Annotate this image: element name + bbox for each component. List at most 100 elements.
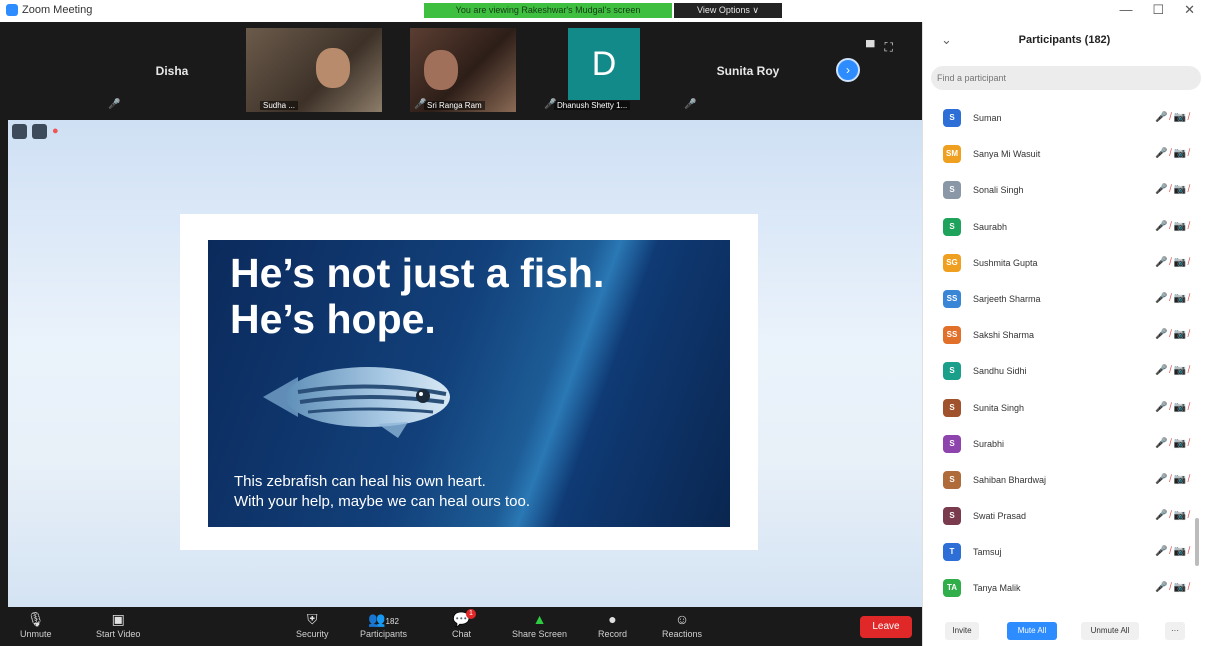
zoom-logo-icon xyxy=(6,4,18,16)
more-options-button[interactable]: ··· xyxy=(1165,622,1185,640)
maximize-icon[interactable]: ☐ xyxy=(1152,2,1164,18)
mic-video-off-icon: 🎤̸📷̸ xyxy=(1155,510,1192,522)
participant-row[interactable]: S Sandhu Sidhi 🎤̸📷̸ xyxy=(923,355,1205,391)
mic-video-off-icon: 🎤̸📷̸ xyxy=(1155,292,1192,304)
mic-video-off-icon: 🎤̸📷̸ xyxy=(1155,112,1192,123)
participant-row[interactable]: SM Sanya Mi Wasuit 🎤̸📷̸ xyxy=(923,138,1205,174)
participant-name: Sakshi Sharma xyxy=(973,330,1035,341)
participant-row[interactable]: S Swati Prasad 🎤̸📷̸ xyxy=(923,500,1205,536)
participant-name: Tanya Malik xyxy=(973,583,1021,594)
tile-name: Sunita Roy xyxy=(716,64,780,78)
participant-row[interactable]: S Saurabh 🎤̸📷̸ xyxy=(923,211,1205,247)
tile-name: Sri Ranga Ram xyxy=(424,101,485,110)
share-toolbar: ● xyxy=(12,124,67,139)
start-video-button[interactable]: ▣ Start Video xyxy=(96,611,140,639)
window-controls: — ☐ ✕ xyxy=(1119,2,1195,18)
gallery-strip: Disha 🎤 Sudha ... 🎤 Sri Ranga Ram D 🎤 Dh… xyxy=(0,22,922,120)
participant-row[interactable]: S Sahiban Bhardwaj 🎤̸📷̸ xyxy=(923,464,1205,500)
muted-mic-icon: 🎤 xyxy=(684,99,697,110)
participant-avatar: S xyxy=(943,507,961,526)
mic-video-off-icon: 🎤̸📷̸ xyxy=(1155,256,1192,268)
slide-frame: He’s not just a fish. He’s hope. This ze… xyxy=(180,214,758,550)
participant-row[interactable]: TA Tanya Malik 🎤̸📷̸ xyxy=(923,572,1205,608)
app-title-text: Zoom Meeting xyxy=(22,4,93,16)
share-screen-label: Share Screen xyxy=(512,629,568,639)
record-button[interactable]: ● Record xyxy=(598,611,627,639)
security-button[interactable]: ⛨ Security xyxy=(296,611,329,639)
participant-name: Sandhu Sidhi xyxy=(973,366,1027,377)
chat-button[interactable]: 💬 1 Chat xyxy=(452,609,476,639)
layout-icon[interactable]: ▀ xyxy=(866,40,875,55)
participant-avatar: S xyxy=(943,434,961,453)
caption-line-1: This zebrafish can heal his own heart. xyxy=(234,473,486,490)
participant-tile[interactable]: Sunita Roy 🎤 xyxy=(680,28,816,112)
avatar-initial: D xyxy=(568,28,640,100)
zebrafish-image xyxy=(263,367,450,438)
participant-name: Sarjeeth Sharma xyxy=(973,293,1041,304)
zoom-in-icon[interactable] xyxy=(32,124,47,139)
mic-video-off-icon: 🎤̸📷̸ xyxy=(1155,184,1192,196)
participant-avatar: S xyxy=(943,181,961,200)
zoom-out-icon[interactable] xyxy=(12,124,27,139)
participant-video-tile[interactable]: 🎤 Sri Ranga Ram xyxy=(410,28,516,112)
participants-count: 182 xyxy=(385,617,399,626)
view-options-button[interactable]: View Options ∨ xyxy=(674,3,782,18)
mic-video-off-icon: 🎤̸📷̸ xyxy=(1155,546,1192,558)
chat-badge: 1 xyxy=(466,609,476,619)
mic-video-off-icon: 🎤̸📷̸ xyxy=(1155,220,1192,232)
participant-avatar-tile[interactable]: D 🎤 Dhanush Shetty 1... xyxy=(540,28,676,112)
participant-row[interactable]: S Sunita Singh 🎤̸📷̸ xyxy=(923,392,1205,428)
panel-scrollbar[interactable] xyxy=(1195,518,1199,566)
leave-button[interactable]: Leave xyxy=(860,616,912,638)
participants-icon: 👥182 xyxy=(368,611,399,627)
reactions-button[interactable]: ☺ Reactions xyxy=(662,611,702,639)
unmute-label: Unmute xyxy=(20,629,52,639)
participant-row[interactable]: S Sonali Singh 🎤̸📷̸ xyxy=(923,174,1205,210)
fullscreen-icon[interactable]: ⛶ xyxy=(885,40,893,55)
participant-row[interactable]: SS Sakshi Sharma 🎤̸📷̸ xyxy=(923,319,1205,355)
muted-mic-icon: 🎤 xyxy=(108,99,121,110)
unmute-button[interactable]: 🎙 Unmute xyxy=(20,611,52,639)
tile-name: Disha xyxy=(155,64,189,78)
app-title: Zoom Meeting xyxy=(6,4,92,16)
reactions-label: Reactions xyxy=(662,629,703,639)
participant-name: Saurabh xyxy=(973,221,1008,232)
participant-name: Sahiban Bhardwaj xyxy=(973,474,1047,485)
mic-video-off-icon: 🎤̸📷̸ xyxy=(1155,365,1192,377)
participant-name: Surabhi xyxy=(973,438,1005,449)
participant-avatar: SM xyxy=(943,145,961,164)
share-screen-icon: ▲ xyxy=(532,611,547,627)
participant-avatar: TA xyxy=(943,579,961,598)
minimize-icon[interactable]: — xyxy=(1119,2,1132,18)
close-icon[interactable]: ✕ xyxy=(1184,2,1195,18)
participants-label: Participants xyxy=(360,629,408,639)
mic-video-off-icon: 🎤̸📷̸ xyxy=(1155,329,1192,341)
next-page-button[interactable]: › xyxy=(836,58,860,82)
participant-row[interactable]: S Suman 🎤̸📷̸ xyxy=(923,102,1205,138)
participant-name: Sunita Singh xyxy=(973,402,1025,413)
participant-row[interactable]: S Surabhi 🎤̸📷̸ xyxy=(923,428,1205,464)
participants-button[interactable]: 👥182 Participants xyxy=(360,611,407,639)
shared-screen: ● He’s not just a fish. He’s hope. This … xyxy=(8,120,922,607)
mute-all-button[interactable]: Mute All xyxy=(1007,622,1057,640)
video-face xyxy=(424,50,458,90)
participant-tile[interactable]: Disha 🎤 xyxy=(104,28,240,112)
participant-row[interactable]: T Tamsuj 🎤̸📷̸ xyxy=(923,536,1205,572)
shield-icon: ⛨ xyxy=(307,611,318,627)
tile-name: Dhanush Shetty 1... xyxy=(554,101,631,110)
participant-avatar: SG xyxy=(943,253,961,272)
share-screen-button[interactable]: ▲ Share Screen xyxy=(512,611,567,639)
participant-name: Tamsuj xyxy=(973,547,1002,558)
video-face xyxy=(316,48,350,88)
participant-row[interactable]: SG Sushmita Gupta 🎤̸📷̸ xyxy=(923,247,1205,283)
mic-video-off-icon: 🎤̸📷̸ xyxy=(1155,148,1192,160)
participant-video-tile[interactable]: Sudha ... xyxy=(246,28,382,112)
participant-name: Sanya Mi Wasuit xyxy=(973,149,1041,160)
headline-line-2: He’s hope. xyxy=(230,296,436,342)
unmute-all-button[interactable]: Unmute All xyxy=(1081,622,1139,640)
invite-button[interactable]: Invite xyxy=(945,622,979,640)
smiley-icon: ☺ xyxy=(674,611,690,627)
participant-avatar: SS xyxy=(943,289,961,308)
participant-row[interactable]: SS Sarjeeth Sharma 🎤̸📷̸ xyxy=(923,283,1205,319)
participant-search-input[interactable] xyxy=(931,66,1201,90)
